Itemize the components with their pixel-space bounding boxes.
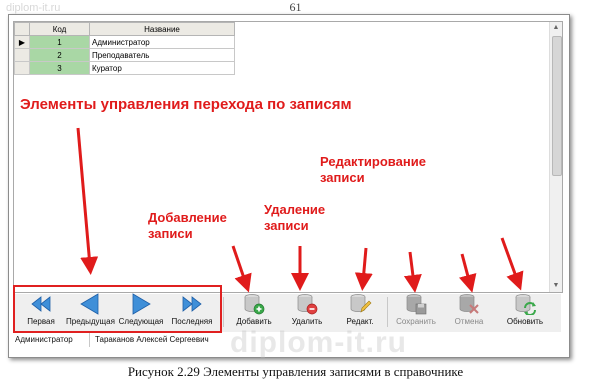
arrow-refresh	[500, 237, 524, 291]
annotation-arrows	[76, 127, 524, 293]
arrow-edit	[354, 247, 373, 291]
arrow-navigation	[76, 127, 99, 275]
arrow-cancel	[458, 253, 477, 293]
arrow-save	[403, 251, 422, 293]
arrow-add	[231, 245, 252, 293]
figure-caption: Рисунок 2.29 Элементы управления записям…	[127, 364, 464, 379]
